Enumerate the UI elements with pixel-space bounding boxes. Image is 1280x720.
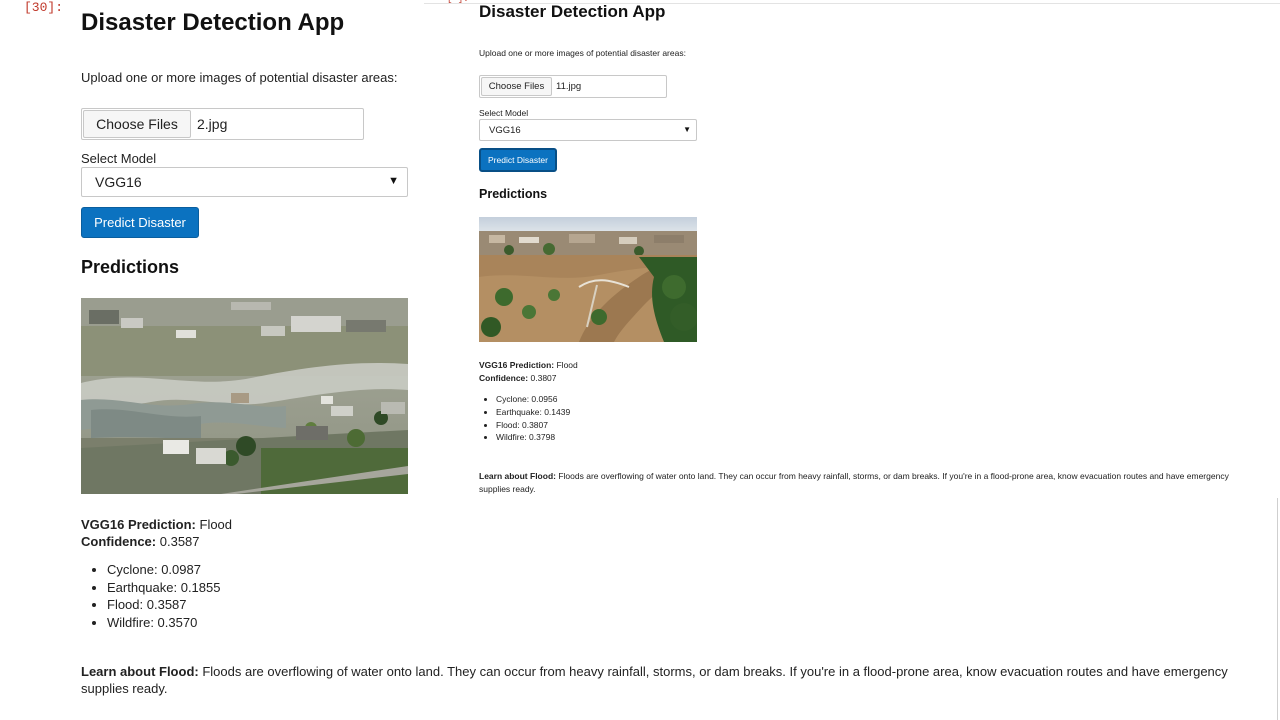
prediction-result: VGG16 Prediction: Flood Confidence: 0.35…	[81, 516, 232, 550]
cell-execution-prompt: [30]:	[24, 0, 64, 15]
prediction-value: Flood	[556, 360, 578, 370]
prediction-value: Flood	[199, 517, 233, 532]
model-select-value: VGG16	[489, 124, 521, 136]
list-item: Earthquake: 0.1855	[107, 579, 220, 597]
uploaded-disaster-image	[479, 217, 697, 342]
uploaded-disaster-image	[81, 298, 408, 494]
choose-files-button[interactable]: Choose Files	[481, 77, 552, 96]
prediction-label: VGG16 Prediction:	[81, 517, 196, 532]
file-upload-field[interactable]: Choose Files 2.jpg	[81, 108, 364, 140]
model-select[interactable]: VGG16 ▼	[81, 167, 408, 197]
list-item: Earthquake: 0.1439	[496, 406, 570, 419]
list-item: Wildfire: 0.3798	[496, 431, 570, 444]
scrollbar-track[interactable]	[1277, 498, 1278, 720]
prediction-result: VGG16 Prediction: Flood Confidence: 0.38…	[479, 359, 578, 385]
learn-label: Learn about Flood:	[81, 664, 199, 679]
model-select-label: Select Model	[81, 151, 157, 166]
model-select-label: Select Model	[479, 108, 529, 118]
file-upload-field[interactable]: Choose Files 11.jpg	[479, 75, 667, 98]
model-select-value: VGG16	[95, 174, 142, 190]
learn-text: Floods are overflowing of water onto lan…	[81, 664, 1228, 696]
confidence-label: Confidence:	[81, 534, 157, 549]
prediction-line: VGG16 Prediction: Flood	[479, 359, 578, 372]
app-title: Disaster Detection App	[479, 2, 666, 21]
learn-about-section: Learn about Flood: Floods are overflowin…	[479, 470, 1259, 495]
output-frame-prompt: [ ]:	[447, 0, 469, 4]
class-scores-list: Cyclone: 0.0987 Earthquake: 0.1855 Flood…	[107, 561, 220, 631]
confidence-line: Confidence: 0.3807	[479, 372, 578, 385]
predictions-heading: Predictions	[479, 187, 548, 201]
chevron-down-icon: ▼	[388, 175, 399, 187]
choose-files-button[interactable]: Choose Files	[83, 110, 191, 138]
confidence-label: Confidence:	[479, 373, 529, 383]
list-item: Cyclone: 0.0987	[107, 561, 220, 579]
selected-file-name: 2.jpg	[197, 116, 228, 132]
prediction-line: VGG16 Prediction: Flood	[81, 516, 232, 533]
class-scores-list: Cyclone: 0.0956 Earthquake: 0.1439 Flood…	[496, 393, 570, 444]
learn-label: Learn about Flood:	[479, 471, 556, 481]
predictions-heading: Predictions	[81, 257, 180, 277]
prediction-label: VGG16 Prediction:	[479, 360, 555, 370]
confidence-value: 0.3587	[159, 534, 200, 549]
learn-about-section: Learn about Flood: Floods are overflowin…	[81, 663, 1241, 697]
list-item: Wildfire: 0.3570	[107, 614, 220, 632]
notebook-page: [30]: Disaster Detection App Upload one …	[0, 0, 1280, 720]
confidence-line: Confidence: 0.3587	[81, 533, 232, 550]
model-select[interactable]: VGG16 ▼	[479, 119, 697, 141]
predict-disaster-button[interactable]: Predict Disaster	[479, 148, 557, 172]
chevron-down-icon: ▼	[683, 125, 691, 134]
disaster-app-small: Disaster Detection App Upload one or mor…	[479, 2, 1269, 494]
confidence-value: 0.3807	[530, 373, 557, 383]
list-item: Flood: 0.3587	[107, 596, 220, 614]
upload-instructions: Upload one or more images of potential d…	[479, 48, 686, 58]
list-item: Cyclone: 0.0956	[496, 393, 570, 406]
predict-disaster-button[interactable]: Predict Disaster	[81, 207, 199, 238]
selected-file-name: 11.jpg	[556, 81, 582, 92]
upload-instructions: Upload one or more images of potential d…	[81, 70, 398, 85]
list-item: Flood: 0.3807	[496, 419, 570, 432]
learn-text: Floods are overflowing of water onto lan…	[479, 471, 1229, 494]
